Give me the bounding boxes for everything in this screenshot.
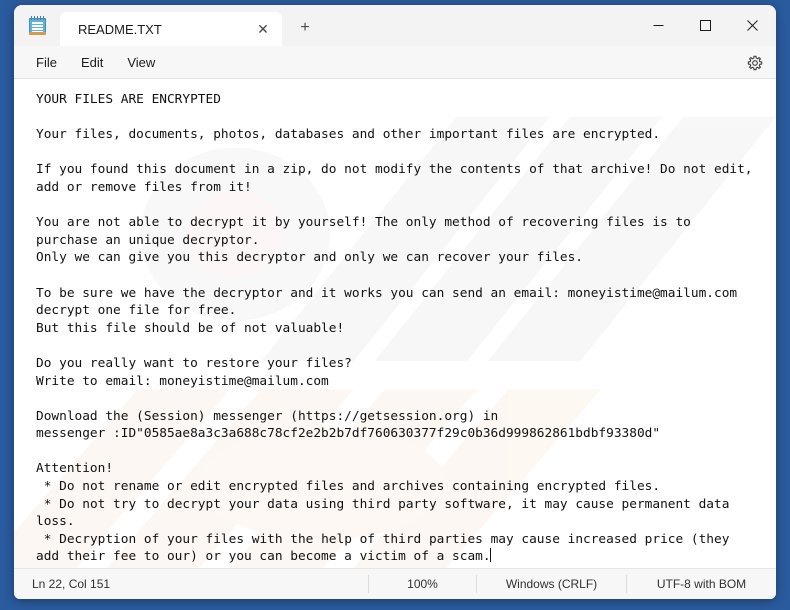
- status-encoding[interactable]: UTF-8 with BOM: [626, 575, 776, 593]
- status-line-column: Ln 22, Col 151: [32, 577, 111, 591]
- minimize-button[interactable]: [635, 5, 682, 46]
- menu-bar: File Edit View: [14, 46, 776, 79]
- tab-title: README.TXT: [78, 21, 162, 37]
- close-window-button[interactable]: [729, 5, 776, 46]
- status-line-ending[interactable]: Windows (CRLF): [476, 575, 626, 593]
- text-editor-area[interactable]: YOUR FILES ARE ENCRYPTED Your files, doc…: [14, 79, 776, 568]
- status-zoom[interactable]: 100%: [368, 575, 476, 593]
- note-text-content: YOUR FILES ARE ENCRYPTED Your files, doc…: [36, 92, 753, 565]
- maximize-button[interactable]: [682, 5, 729, 46]
- gear-icon[interactable]: [742, 50, 768, 76]
- caption-button-group: [635, 5, 776, 46]
- new-tab-icon[interactable]: +: [290, 13, 320, 43]
- note-text[interactable]: YOUR FILES ARE ENCRYPTED Your files, doc…: [36, 91, 770, 568]
- close-tab-icon[interactable]: ✕: [250, 17, 276, 41]
- menu-item-edit[interactable]: Edit: [69, 51, 115, 74]
- close-icon: [747, 20, 758, 31]
- menu-item-view[interactable]: View: [115, 51, 167, 74]
- text-caret: [489, 548, 491, 563]
- notepad-window: README.TXT ✕ + File Edit View YOUR FILES…: [14, 5, 776, 599]
- minimize-icon: [653, 25, 664, 26]
- status-bar: Ln 22, Col 151 100% Windows (CRLF) UTF-8…: [14, 568, 776, 599]
- title-bar: README.TXT ✕ +: [14, 5, 776, 46]
- notepad-icon: [14, 5, 60, 46]
- menu-item-file[interactable]: File: [24, 51, 69, 74]
- maximize-icon: [700, 20, 711, 31]
- tab-readme[interactable]: README.TXT ✕: [60, 12, 282, 46]
